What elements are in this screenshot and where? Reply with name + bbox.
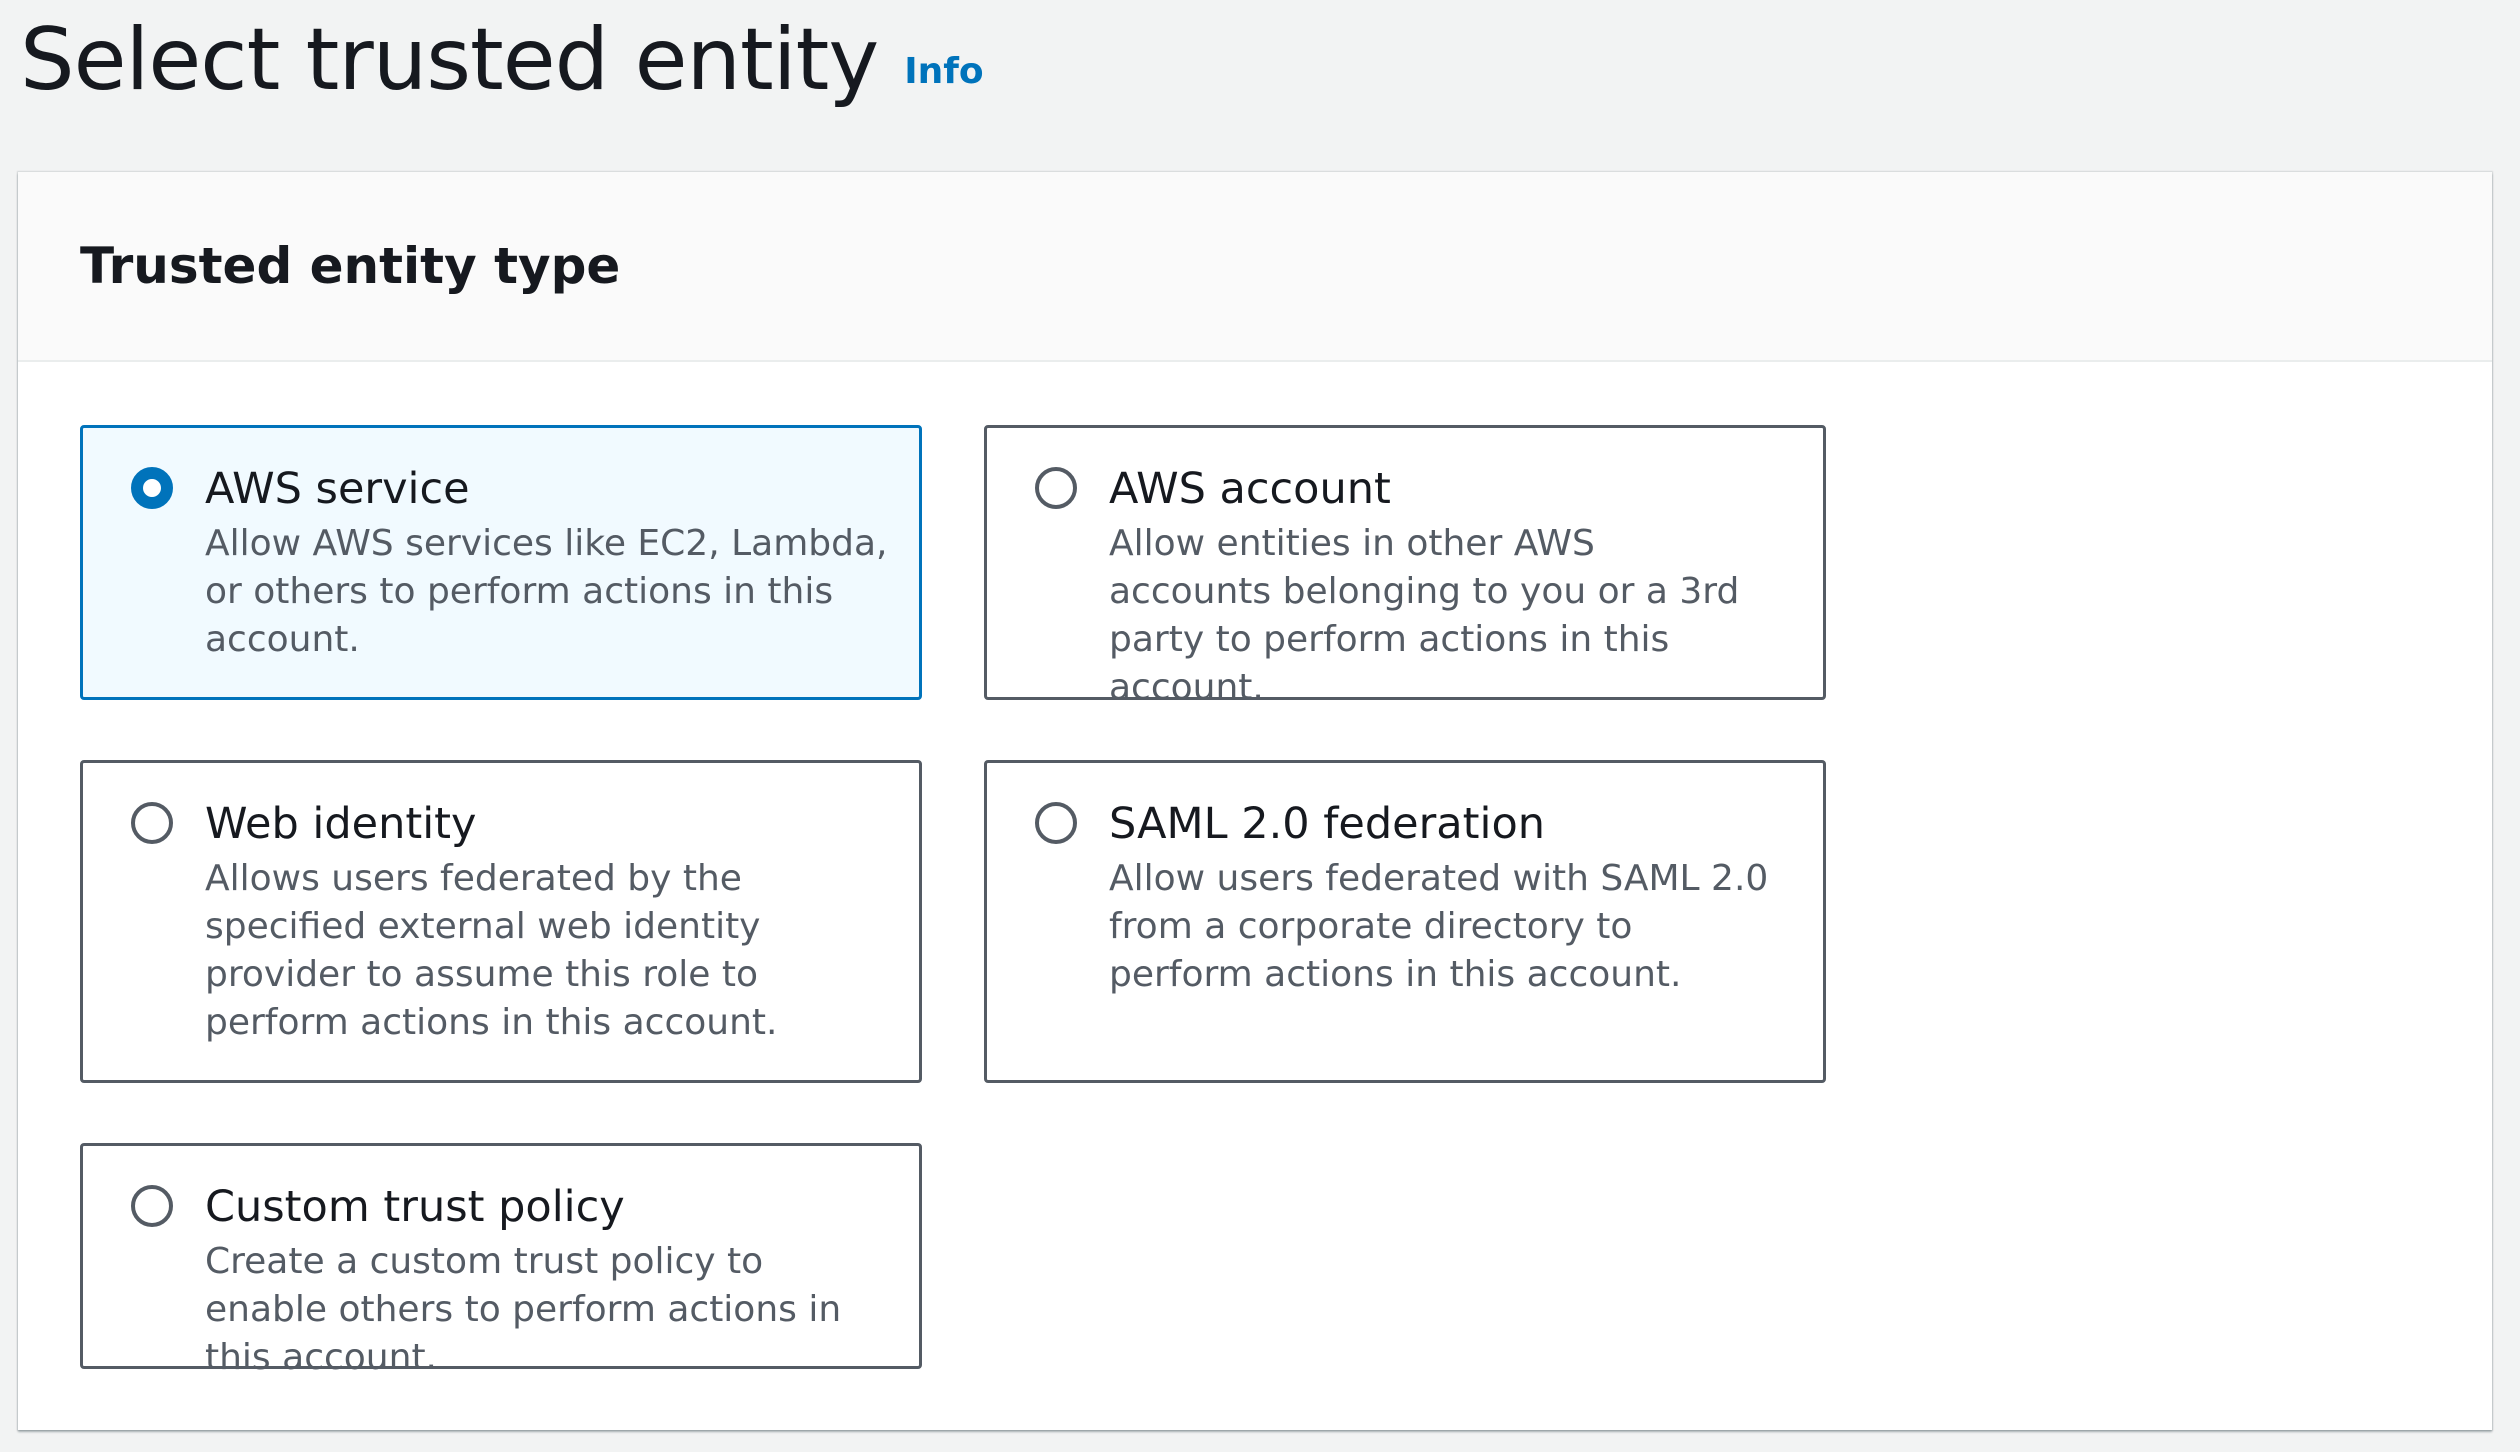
radio-web-identity[interactable] xyxy=(131,802,173,844)
option-aws-account[interactable]: AWS account Allow entities in other AWS … xyxy=(984,425,1826,708)
page-title: Select trusted entity xyxy=(20,10,879,110)
entity-type-options: AWS service Allow AWS services like EC2,… xyxy=(80,425,1826,1378)
radio-aws-service[interactable] xyxy=(131,467,173,509)
option-web-identity[interactable]: Web identity Allows users federated by t… xyxy=(80,760,922,1083)
section-title: Trusted entity type xyxy=(80,237,621,295)
option-label: AWS account xyxy=(1109,464,1391,514)
trusted-entity-type-container: Trusted entity type AWS service Allow AW… xyxy=(18,172,2492,1430)
option-custom-trust-policy[interactable]: Custom trust policy Create a custom trus… xyxy=(80,1143,922,1378)
option-label: AWS service xyxy=(205,464,470,514)
container-header: Trusted entity type xyxy=(18,172,2492,362)
option-description: Allow users federated with SAML 2.0 from… xyxy=(1109,858,1769,995)
page-header: Select trusted entity Info xyxy=(20,0,984,120)
option-label: Custom trust policy xyxy=(205,1182,625,1232)
option-aws-service[interactable]: AWS service Allow AWS services like EC2,… xyxy=(80,425,922,700)
option-description: Allow AWS services like EC2, Lambda, or … xyxy=(205,523,888,660)
option-description: Create a custom trust policy to enable o… xyxy=(205,1241,842,1378)
option-label: Web identity xyxy=(205,799,477,849)
option-saml-federation[interactable]: SAML 2.0 federation Allow users federate… xyxy=(984,760,1826,1083)
radio-saml-federation[interactable] xyxy=(1035,802,1077,844)
option-label: SAML 2.0 federation xyxy=(1109,799,1546,849)
radio-custom-trust-policy[interactable] xyxy=(131,1185,173,1227)
option-description: Allows users federated by the specified … xyxy=(205,858,778,1043)
radio-aws-account[interactable] xyxy=(1035,467,1077,509)
option-description: Allow entities in other AWS accounts bel… xyxy=(1109,523,1740,708)
info-link[interactable]: Info xyxy=(904,51,983,92)
